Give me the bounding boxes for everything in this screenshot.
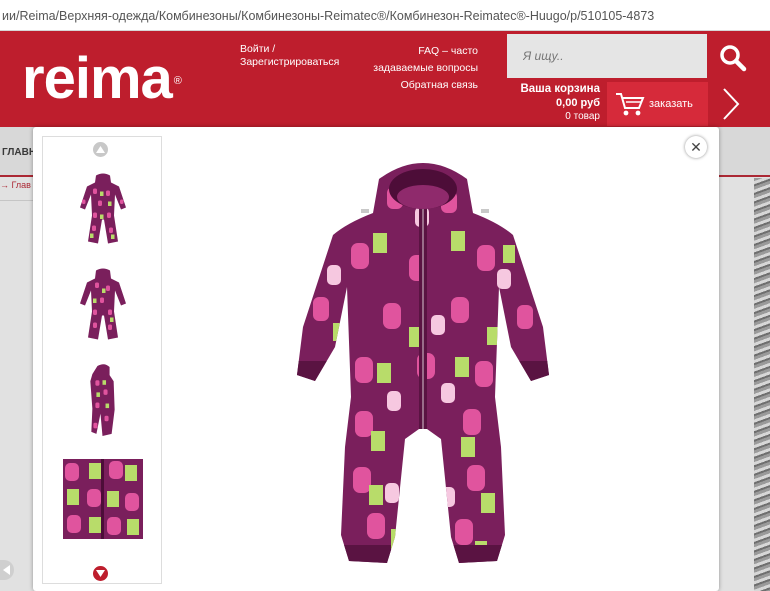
reima-logo[interactable]: reima ® <box>22 50 182 108</box>
product-main-image[interactable] <box>291 147 555 571</box>
search-button[interactable] <box>708 34 758 82</box>
faq-link-line1[interactable]: FAQ – часто <box>373 43 478 60</box>
cart-count: 0 товар <box>565 111 600 122</box>
thumbnail-back[interactable] <box>63 265 143 345</box>
snowsuit-back-thumb <box>80 268 126 340</box>
thumbnail-scroll-up-button[interactable] <box>93 142 108 157</box>
search-box <box>507 34 707 78</box>
cart-summary[interactable]: Ваша корзина 0,00 руб 0 товар <box>508 83 600 122</box>
cart-title: Ваша корзина <box>520 83 600 95</box>
close-icon: ✕ <box>690 138 702 155</box>
page-root: ии/Reima/Верхняя-одежда/Комбинезоны/Комб… <box>0 0 770 591</box>
help-links: FAQ – часто задаваемые вопросы Обратная … <box>373 43 478 94</box>
thumbnail-detail[interactable] <box>63 459 143 539</box>
thumbnail-strip <box>42 136 162 584</box>
cart-icon <box>616 93 645 116</box>
thumbnail-front[interactable] <box>63 169 143 249</box>
account-links: Войти / Зарегистрироваться <box>240 43 339 69</box>
faq-link-line2[interactable]: задаваемые вопросы <box>373 60 478 77</box>
register-link[interactable]: Зарегистрироваться <box>240 56 339 69</box>
fabric-detail-thumb <box>63 459 143 539</box>
search-input[interactable] <box>507 34 707 78</box>
arrow-up-icon <box>96 146 105 153</box>
cart-sum: 0,00 руб <box>556 97 600 109</box>
chevron-left-icon <box>3 565 10 575</box>
chevron-right-icon[interactable] <box>720 86 742 122</box>
site-header: reima ® Войти / Зарегистрироваться FAQ – … <box>0 31 770 127</box>
background-photo <box>754 178 770 591</box>
snowsuit-side-thumb <box>90 364 115 436</box>
login-link[interactable]: Войти / <box>240 43 339 56</box>
snowsuit-front-thumb <box>80 173 126 244</box>
image-lightbox: ✕ <box>33 127 719 591</box>
feedback-link[interactable]: Обратная связь <box>373 77 478 94</box>
order-button[interactable]: заказать <box>607 82 708 126</box>
order-label: заказать <box>649 98 693 110</box>
arrow-down-icon <box>96 570 105 577</box>
thumbnail-side[interactable] <box>63 361 143 441</box>
search-icon <box>720 45 747 72</box>
thumbnail-scroll-down-button[interactable] <box>93 566 108 581</box>
address-bar-url[interactable]: ии/Reima/Верхняя-одежда/Комбинезоны/Комб… <box>2 9 654 23</box>
close-button[interactable]: ✕ <box>685 136 707 158</box>
address-bar[interactable]: ии/Reima/Верхняя-одежда/Комбинезоны/Комб… <box>0 0 770 31</box>
